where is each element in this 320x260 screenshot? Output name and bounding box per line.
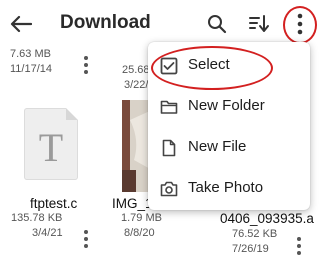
folder-icon — [160, 98, 178, 116]
file-more-icon[interactable] — [297, 237, 301, 258]
file-type-letter: T — [38, 125, 64, 170]
file-more-icon[interactable] — [84, 230, 88, 251]
menu-item-label: Take Photo — [188, 179, 264, 196]
file-size: 1.79 MB — [121, 212, 162, 224]
file-size: 76.52 KB — [232, 228, 278, 240]
file-name[interactable]: 0406_093935.a — [220, 211, 314, 226]
app-bar: Download — [0, 0, 320, 48]
file-date: 8/8/20 — [124, 227, 155, 239]
file-size: 7.63 MB — [10, 48, 51, 60]
file-date: 11/17/14 — [10, 63, 53, 75]
annotation-oval — [151, 46, 273, 90]
page-title: Download — [60, 12, 151, 33]
menu-item-take-photo[interactable]: Take Photo — [148, 169, 310, 209]
menu-item-label: New Folder — [188, 97, 265, 114]
file-name[interactable]: ftptest.c — [30, 196, 77, 211]
menu-item-new-file[interactable]: New File — [148, 128, 310, 168]
arrow-left-icon[interactable] — [8, 12, 34, 36]
file-icon — [160, 139, 178, 157]
menu-item-new-folder[interactable]: New Folder — [148, 87, 310, 127]
file-date: 3/4/21 — [32, 227, 63, 239]
file-size: 25.68 — [122, 64, 150, 76]
sort-down-icon[interactable] — [246, 12, 272, 36]
more-vertical-icon[interactable] — [287, 10, 313, 38]
search-icon[interactable] — [204, 12, 230, 36]
file-size: 135.78 KB — [11, 212, 63, 224]
file-date: 7/26/19 — [232, 243, 269, 255]
file-more-icon[interactable] — [84, 56, 88, 77]
menu-item-label: New File — [188, 138, 247, 155]
camera-icon — [160, 180, 178, 198]
text-file-icon[interactable]: T — [24, 108, 78, 180]
